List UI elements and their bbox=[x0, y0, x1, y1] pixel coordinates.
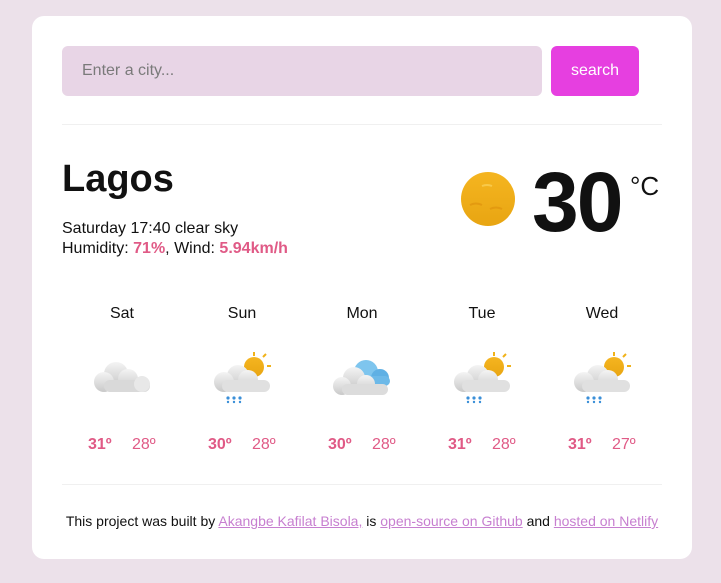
cloudy-icon bbox=[94, 362, 150, 392]
netlify-link[interactable]: hosted on Netlify bbox=[554, 513, 658, 529]
humidity-label: Humidity: bbox=[62, 240, 129, 257]
rain-icon bbox=[574, 352, 631, 404]
divider bbox=[62, 124, 662, 125]
date-description: Saturday 17:40 clear sky bbox=[62, 219, 288, 239]
forecast-day-name: Mon bbox=[346, 305, 378, 322]
forecast-day: Wed 31º 27º bbox=[542, 304, 662, 464]
day-time: Saturday 17:40 bbox=[62, 220, 171, 237]
forecast-max-temp: 30º bbox=[208, 436, 232, 453]
footer-text: This project was built by bbox=[65, 513, 216, 529]
forecast-max-temp: 30º bbox=[328, 436, 352, 453]
temperature-unit: °C bbox=[630, 171, 660, 201]
rain-icon bbox=[454, 352, 511, 404]
humidity-wind: Humidity: 71%, Wind: 5.94km/h bbox=[62, 240, 288, 257]
forecast: Sat 31º 28º Sun 30º 28º Mon 30º 28º Tue … bbox=[62, 304, 662, 464]
search-input[interactable] bbox=[62, 46, 542, 96]
forecast-max-temp: 31º bbox=[568, 436, 592, 453]
humidity-value: 71% bbox=[133, 240, 166, 257]
overcast-clouds-icon bbox=[333, 360, 390, 395]
weather-description: clear sky bbox=[174, 220, 239, 237]
footer: This project was built by Akangbe Kafila… bbox=[32, 513, 692, 529]
forecast-min-temp: 28º bbox=[372, 436, 396, 453]
footer-text: and bbox=[526, 513, 550, 529]
forecast-day: Mon 30º 28º bbox=[302, 304, 422, 464]
weather-details: Saturday 17:40 clear sky Humidity: 71%, … bbox=[62, 219, 288, 259]
weather-card: search Lagos Saturday 17:40 clear sky Hu… bbox=[32, 16, 692, 559]
forecast-max-temp: 31º bbox=[448, 436, 472, 453]
forecast-day: Sat 31º 28º bbox=[62, 304, 182, 464]
wind-value: 5.94km/h bbox=[219, 240, 288, 257]
forecast-day-name: Sun bbox=[227, 305, 257, 322]
forecast-min-temp: 27º bbox=[612, 436, 636, 453]
forecast-max-temp: 31º bbox=[88, 436, 112, 453]
footer-text: is bbox=[366, 513, 377, 529]
forecast-min-temp: 28º bbox=[132, 436, 156, 453]
current-temperature: 30 bbox=[532, 155, 623, 249]
forecast-day: Sun 30º 28º bbox=[182, 304, 302, 464]
forecast-day-name: Tue bbox=[468, 305, 496, 322]
rain-icon bbox=[214, 352, 271, 404]
search-button[interactable]: search bbox=[551, 46, 639, 96]
forecast-min-temp: 28º bbox=[492, 436, 516, 453]
clear-sky-icon bbox=[461, 172, 515, 226]
city-name: Lagos bbox=[62, 158, 174, 200]
divider bbox=[62, 484, 662, 485]
forecast-min-temp: 28º bbox=[252, 436, 276, 453]
wind-label: Wind: bbox=[174, 240, 215, 257]
author-link[interactable]: Akangbe Kafilat Bisola, bbox=[218, 513, 362, 529]
github-link[interactable]: open-source on Github bbox=[380, 513, 522, 529]
forecast-day-name: Wed bbox=[585, 305, 619, 322]
forecast-day-name: Sat bbox=[109, 305, 134, 322]
forecast-day: Tue 31º 28º bbox=[422, 304, 542, 464]
